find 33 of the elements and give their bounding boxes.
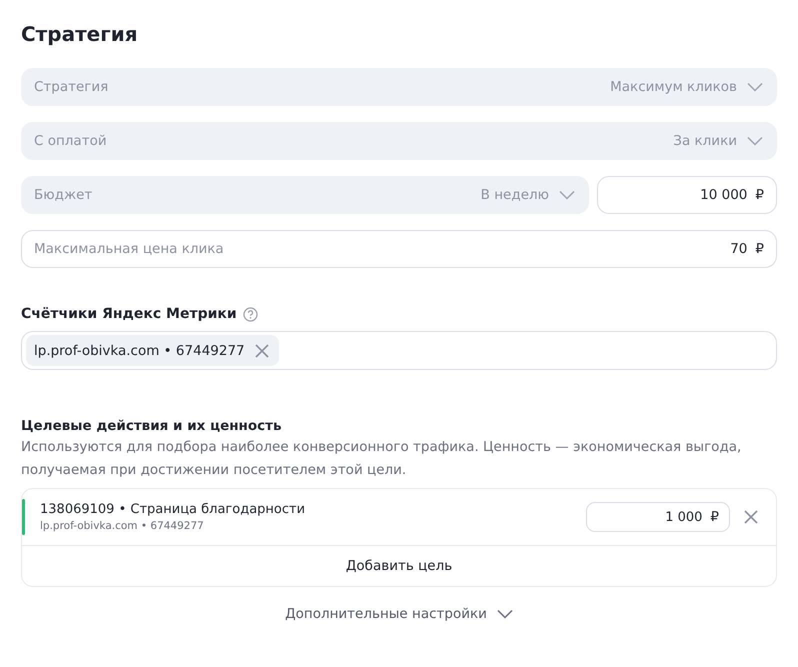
amount-field[interactable]: 10 000 ₽	[597, 176, 777, 214]
currency-sign: ₽	[755, 241, 764, 257]
currency-sign: ₽	[710, 509, 719, 525]
counter-chip[interactable]: lp.prof-obivka.com • 67449277	[26, 335, 279, 366]
chevron-icon	[747, 136, 763, 146]
counter-field[interactable]: lp.prof-obivka.com • 67449277	[21, 331, 777, 370]
close-icon[interactable]	[254, 344, 269, 358]
close-icon[interactable]	[744, 510, 758, 524]
chevron-icon	[496, 609, 513, 619]
chevron-icon	[559, 190, 575, 200]
section-label: Счётчики Яндекс Метрики	[21, 306, 237, 322]
dropdown-value: В неделю	[480, 187, 549, 203]
field-placeholder: Максимальная цена клика	[34, 241, 224, 257]
page-title: Стратегия	[21, 21, 139, 48]
dropdown-label: Стратегия	[34, 79, 110, 95]
dropdown-label: Бюджет	[34, 187, 94, 203]
amount-value: 10 000	[700, 187, 748, 203]
chip-label: lp.prof-obivka.com • 67449277	[34, 342, 245, 358]
dropdown-value: Максимум кликов	[610, 79, 737, 95]
goal-title: 138069109 • Страница благодарности	[40, 502, 306, 517]
more-settings-button[interactable]: Дополнительные настройки	[279, 605, 519, 623]
price-field[interactable]: Максимальная цена клика 70 ₽	[21, 230, 777, 268]
dropdown-label: С оплатой	[34, 133, 108, 149]
chevron-icon	[747, 82, 763, 92]
amount-value: 70	[730, 241, 748, 257]
amount-value: 1 000	[665, 510, 702, 524]
help-icon[interactable]	[242, 306, 258, 322]
value-field[interactable]: 1 000 ₽	[586, 502, 730, 532]
goal-subtitle: lp.prof-obivka.com • 67449277	[40, 520, 205, 532]
dropdown-value: За клики	[673, 133, 737, 149]
section-heading: Целевые действия и их ценность	[21, 417, 283, 436]
section-description: Используются для подбора наиболее конверсионного трафика. Ценность — экономическая выгода, получаемая при достижении посетителем этой цели.	[21, 438, 742, 480]
currency-sign: ₽	[755, 187, 764, 203]
